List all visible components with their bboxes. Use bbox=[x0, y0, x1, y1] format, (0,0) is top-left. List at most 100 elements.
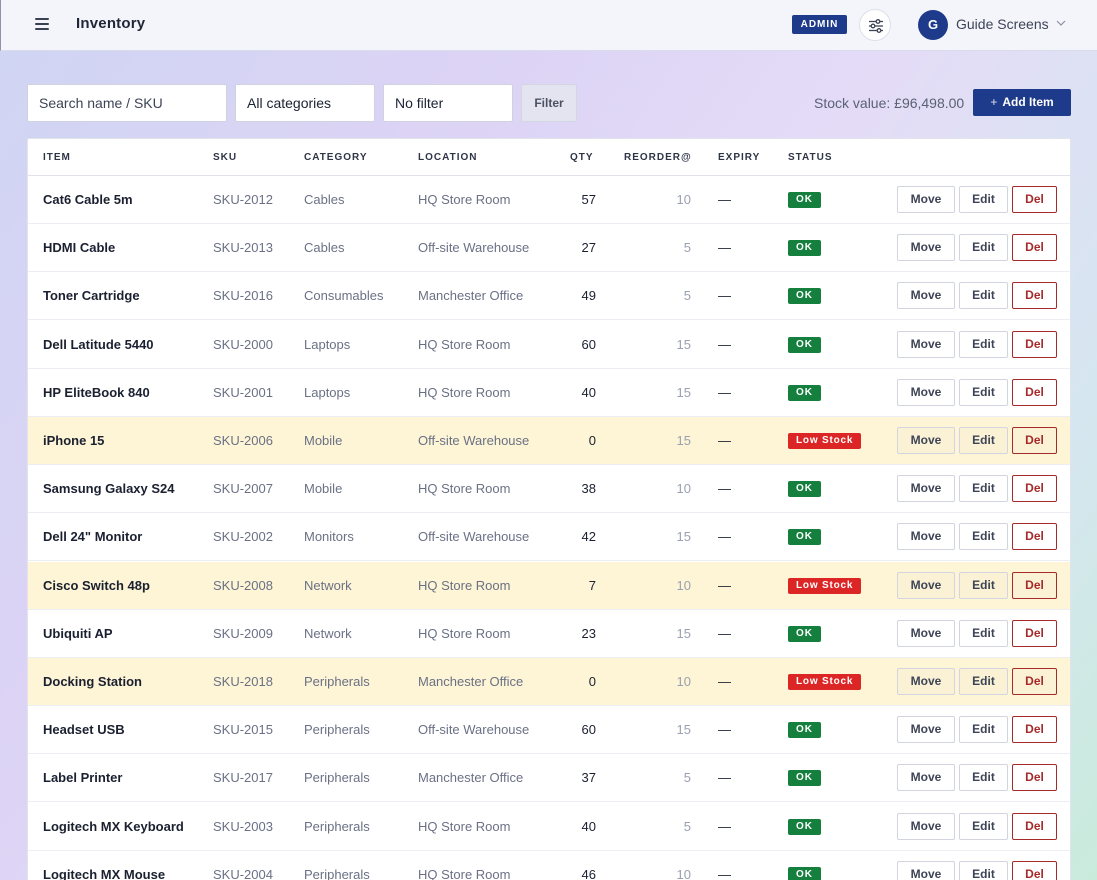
table-row[interactable]: HP EliteBook 840 SKU-2001 Laptops HQ Store … bbox=[28, 369, 1070, 417]
column-header-sku[interactable]: SKU bbox=[213, 152, 237, 163]
column-header-reorder[interactable]: REORDER@ bbox=[624, 152, 692, 163]
item-qty: 38 bbox=[581, 481, 596, 497]
item-category: Mobile bbox=[304, 481, 343, 497]
item-reorder-level: 10 bbox=[676, 866, 691, 880]
edit-button[interactable]: Edit bbox=[959, 523, 1008, 551]
move-button[interactable]: Move bbox=[897, 716, 955, 744]
table-row[interactable]: Docking Station SKU-2018 Peripherals Manche… bbox=[28, 658, 1070, 706]
delete-button[interactable]: Del bbox=[1012, 330, 1057, 358]
delete-button[interactable]: Del bbox=[1012, 282, 1057, 310]
table-row[interactable]: Cisco Switch 48p SKU-2008 Network HQ Store … bbox=[28, 561, 1070, 610]
table-row[interactable]: Dell Latitude 5440 SKU-2000 Laptops HQ Stor… bbox=[28, 321, 1070, 369]
add-item-label: Add Item bbox=[1002, 95, 1054, 109]
status-badge: Low Stock bbox=[788, 577, 862, 594]
delete-button[interactable]: Del bbox=[1012, 716, 1057, 744]
column-header-qty[interactable]: QTY bbox=[570, 152, 594, 163]
delete-button[interactable]: Del bbox=[1012, 186, 1057, 213]
item-sku: SKU-2004 bbox=[213, 866, 273, 880]
table-row[interactable]: Headset USB SKU-2015 Peripherals Off-site W… bbox=[28, 706, 1070, 755]
column-header-status[interactable]: STATUS bbox=[788, 152, 833, 163]
add-item-button[interactable]: + Add Item bbox=[973, 89, 1071, 116]
item-qty: 37 bbox=[581, 770, 596, 786]
edit-button[interactable]: Edit bbox=[959, 186, 1008, 213]
edit-button[interactable]: Edit bbox=[959, 475, 1008, 503]
move-button[interactable]: Move bbox=[897, 571, 955, 599]
column-header-category[interactable]: CATEGORY bbox=[304, 152, 368, 163]
move-button[interactable]: Move bbox=[897, 523, 955, 551]
edit-button[interactable]: Edit bbox=[959, 234, 1008, 262]
item-expiry: — bbox=[718, 240, 731, 256]
delete-button[interactable]: Del bbox=[1012, 668, 1057, 695]
table-row[interactable]: Cat6 Cable 5m SKU-2012 Cables HQ Store Room… bbox=[28, 176, 1070, 224]
item-qty: 46 bbox=[581, 866, 596, 880]
column-header-location[interactable]: LOCATION bbox=[418, 152, 477, 163]
table-row[interactable]: iPhone 15 SKU-2006 Mobile Off-site Warehous… bbox=[28, 417, 1070, 465]
status-badge: OK bbox=[788, 625, 821, 642]
move-button[interactable]: Move bbox=[897, 378, 955, 406]
delete-button[interactable]: Del bbox=[1012, 764, 1057, 792]
move-button[interactable]: Move bbox=[897, 186, 955, 213]
edit-button[interactable]: Edit bbox=[959, 619, 1008, 647]
delete-button[interactable]: Del bbox=[1012, 378, 1057, 406]
status-badge: OK bbox=[788, 529, 821, 546]
edit-button[interactable]: Edit bbox=[959, 716, 1008, 744]
delete-button[interactable]: Del bbox=[1012, 475, 1057, 503]
table-row[interactable]: Label Printer SKU-2017 Peripherals Manchest… bbox=[28, 754, 1070, 803]
move-button[interactable]: Move bbox=[897, 234, 955, 262]
edit-button[interactable]: Edit bbox=[959, 282, 1008, 310]
edit-button[interactable]: Edit bbox=[959, 330, 1008, 358]
table-row[interactable]: Ubiquiti AP SKU-2009 Network HQ Store Room 2… bbox=[28, 610, 1070, 658]
item-name: HP EliteBook 840 bbox=[43, 384, 150, 400]
item-qty: 49 bbox=[581, 288, 596, 304]
item-reorder-level: 10 bbox=[676, 481, 691, 497]
edit-button[interactable]: Edit bbox=[959, 668, 1008, 695]
delete-button[interactable]: Del bbox=[1012, 234, 1057, 262]
search-input[interactable] bbox=[27, 84, 227, 122]
column-header-item[interactable]: ITEM bbox=[43, 152, 71, 163]
item-sku: SKU-2015 bbox=[213, 722, 273, 738]
delete-button[interactable]: Del bbox=[1012, 427, 1057, 454]
user-name[interactable]: Guide Screens bbox=[956, 16, 1049, 32]
delete-button[interactable]: Del bbox=[1012, 571, 1057, 599]
stock-value-text: Stock value: £96,498.00 bbox=[814, 95, 965, 111]
move-button[interactable]: Move bbox=[897, 860, 955, 880]
edit-button[interactable]: Edit bbox=[959, 812, 1008, 840]
table-row[interactable]: Logitech MX Mouse SKU-2004 Peripherals HQ S… bbox=[28, 851, 1070, 880]
delete-button[interactable]: Del bbox=[1012, 619, 1057, 647]
edit-button[interactable]: Edit bbox=[959, 427, 1008, 454]
edit-button[interactable]: Edit bbox=[959, 571, 1008, 599]
move-button[interactable]: Move bbox=[897, 668, 955, 695]
category-select[interactable]: All categories bbox=[235, 84, 375, 122]
stock-filter-select[interactable]: No filter bbox=[383, 84, 513, 122]
item-category: Peripherals bbox=[304, 818, 370, 834]
table-row[interactable]: Toner Cartridge SKU-2016 Consumables Manche… bbox=[28, 272, 1070, 321]
delete-button[interactable]: Del bbox=[1012, 812, 1057, 840]
chevron-down-icon[interactable] bbox=[1055, 17, 1067, 29]
table-row[interactable]: Logitech MX Keyboard SKU-2003 Peripherals H… bbox=[28, 803, 1070, 851]
hamburger-menu-icon[interactable] bbox=[35, 18, 49, 30]
column-header-expiry[interactable]: EXPIRY bbox=[718, 152, 760, 163]
item-location: Off-site Warehouse bbox=[418, 433, 530, 448]
move-button[interactable]: Move bbox=[897, 427, 955, 454]
move-button[interactable]: Move bbox=[897, 330, 955, 358]
edit-button[interactable]: Edit bbox=[959, 764, 1008, 792]
edit-button[interactable]: Edit bbox=[959, 378, 1008, 406]
delete-button[interactable]: Del bbox=[1012, 523, 1057, 551]
delete-button[interactable]: Del bbox=[1012, 860, 1057, 880]
avatar[interactable]: G bbox=[918, 10, 948, 40]
settings-button[interactable] bbox=[859, 9, 891, 41]
move-button[interactable]: Move bbox=[897, 764, 955, 792]
edit-button[interactable]: Edit bbox=[959, 860, 1008, 880]
table-row[interactable]: Samsung Galaxy S24 SKU-2007 Mobile HQ Store… bbox=[28, 465, 1070, 514]
filter-button[interactable]: Filter bbox=[521, 84, 577, 122]
item-reorder-level: 5 bbox=[683, 770, 691, 786]
move-button[interactable]: Move bbox=[897, 475, 955, 503]
table-row[interactable]: Dell 24" Monitor SKU-2002 Monitors Off-site… bbox=[28, 513, 1070, 562]
item-sku: SKU-2017 bbox=[213, 770, 273, 786]
move-button[interactable]: Move bbox=[897, 619, 955, 647]
item-sku: SKU-2000 bbox=[213, 336, 273, 352]
table-row[interactable]: HDMI Cable SKU-2013 Cables Off-site Warehou… bbox=[28, 224, 1070, 273]
item-reorder-level: 15 bbox=[676, 722, 691, 738]
move-button[interactable]: Move bbox=[897, 282, 955, 310]
move-button[interactable]: Move bbox=[897, 812, 955, 840]
